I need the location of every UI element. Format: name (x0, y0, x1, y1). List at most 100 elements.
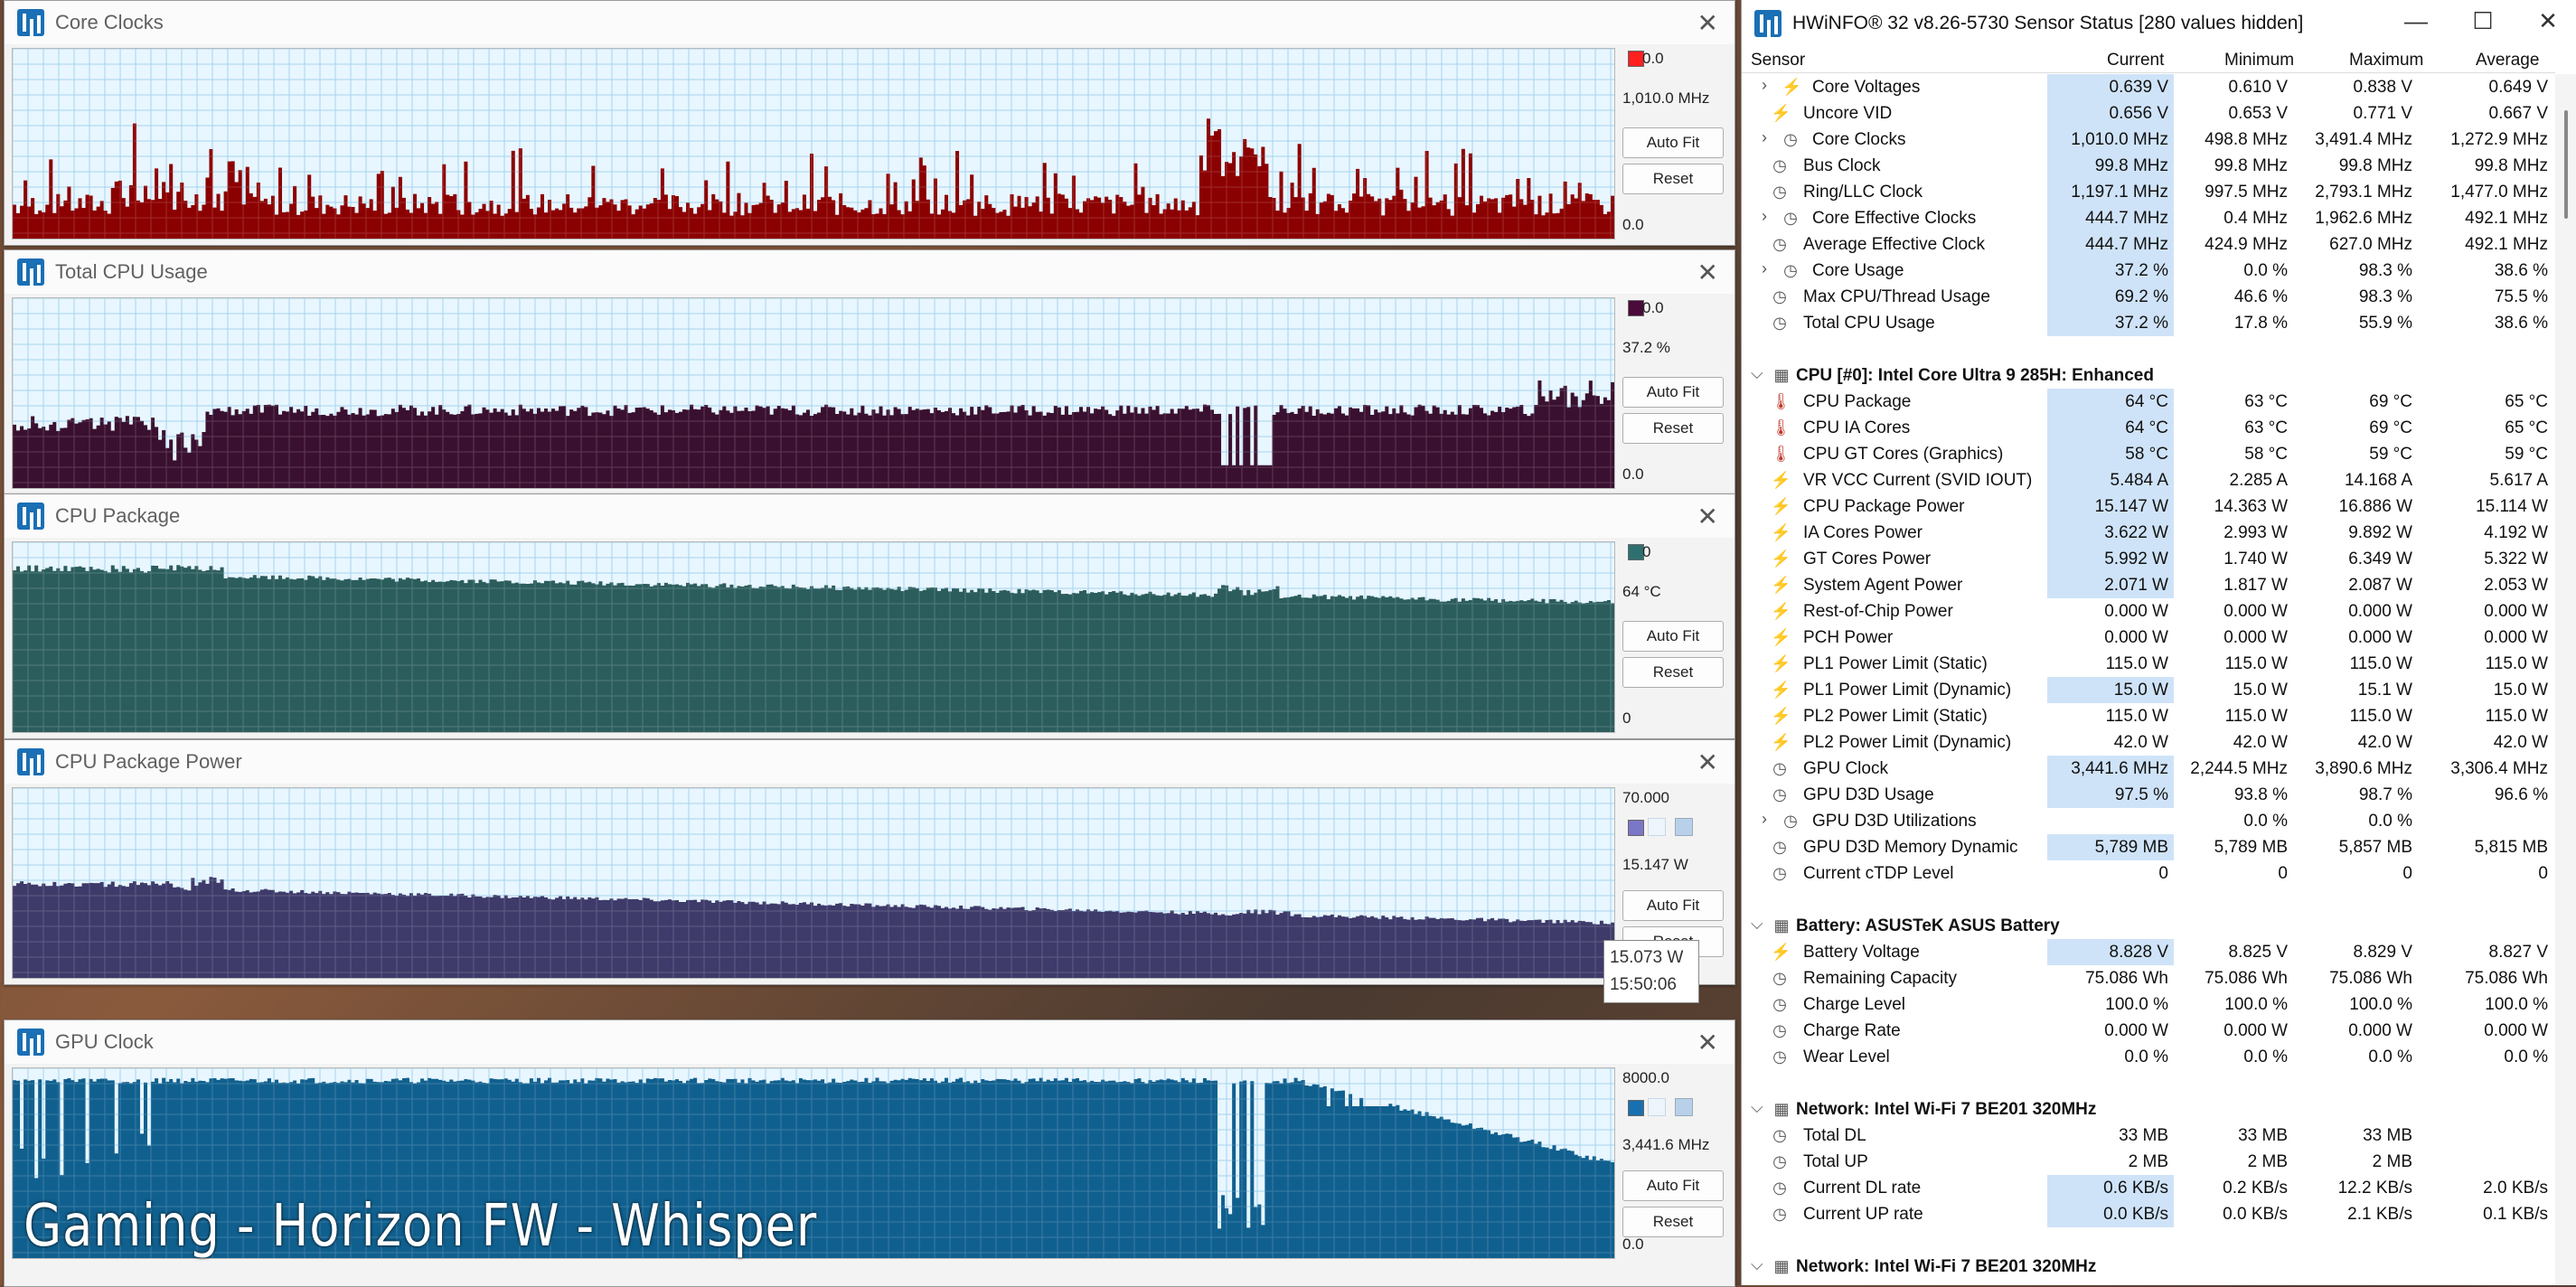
sensor-group-header[interactable]: ⌵ ▦ Battery: ASUSTeK ASUS Battery (1742, 913, 2555, 939)
sensor-row[interactable]: ⚡ GT Cores Power 5.992 W 1.740 W 6.349 W 5.32… (1742, 546, 2555, 572)
series-color-swatch[interactable] (1628, 820, 1644, 836)
sensor-row[interactable]: ⚡ Uncore VID 0.656 V 0.653 V 0.771 V 0.667 V (1742, 100, 2555, 127)
sensor-row[interactable]: ⚡ PL2 Power Limit (Static) 115.0 W 115.0 W 1… (1742, 703, 2555, 729)
sensor-row[interactable]: ◷ Current UP rate 0.0 KB/s 0.0 KB/s 2.1 KB/s… (1742, 1201, 2555, 1227)
value-current: 0.000 W (2104, 1021, 2168, 1040)
sensor-row[interactable]: › ◷ Core Clocks 1,010.0 MHz 498.8 MHz 3,491.4… (1742, 127, 2555, 153)
auto-fit-button[interactable]: Auto Fit (1622, 890, 1724, 921)
sensor-row[interactable]: ◷ Total DL 33 MB 33 MB 33 MB (1742, 1123, 2555, 1149)
col-sensor[interactable]: Sensor (1751, 51, 1805, 70)
value-average: 59 °C (2505, 445, 2548, 464)
sensor-row[interactable]: 🌡 CPU GT Cores (Graphics) 58 °C 58 °C 59 °C 5… (1742, 441, 2555, 467)
sensor-row[interactable]: ◷ Max CPU/Thread Usage 69.2 % 46.6 % 98.3 % 7… (1742, 284, 2555, 310)
series-fill-swatch[interactable] (1675, 818, 1693, 836)
sensor-row[interactable]: ⚡ PL1 Power Limit (Dynamic) 15.0 W 15.0 W 15… (1742, 677, 2555, 703)
close-icon[interactable]: ✕ (1697, 502, 1718, 531)
series-style-swatch[interactable] (1648, 818, 1666, 836)
sensor-row[interactable]: ⚡ System Agent Power 2.071 W 1.817 W 2.087 W… (1742, 572, 2555, 598)
value-current: 15.0 W (2113, 681, 2168, 700)
sensor-row[interactable]: ⚡ IA Cores Power 3.622 W 2.993 W 9.892 W 4.19… (1742, 520, 2555, 546)
sensor-row[interactable]: ◷ GPU Clock 3,441.6 MHz 2,244.5 MHz 3,890.6 … (1742, 756, 2555, 782)
sensor-row[interactable]: ⚡ PL1 Power Limit (Static) 115.0 W 115.0 W 1… (1742, 651, 2555, 677)
expand-chevron-icon[interactable]: › (1762, 128, 1767, 147)
sensor-row[interactable]: ◷ Total UP 2 MB 2 MB 2 MB (1742, 1149, 2555, 1175)
close-icon[interactable]: ✕ (1697, 8, 1718, 38)
tooltip-value: 15.073 W (1610, 948, 1684, 967)
graph-title-bar[interactable]: GPU Clock ✕ (5, 1020, 1735, 1064)
title-bar[interactable]: HWiNFO® 32 v8.26-5730 Sensor Status [280… (1742, 0, 2576, 47)
col-current[interactable]: Current (2107, 51, 2164, 70)
reset-button[interactable]: Reset (1622, 164, 1724, 194)
sensor-row[interactable]: 🌡 CPU Package 64 °C 63 °C 69 °C 65 °C (1742, 389, 2555, 415)
sensor-row[interactable]: ◷ Current cTDP Level 0 0 0 0 (1742, 860, 2555, 887)
expand-chevron-icon[interactable]: › (1762, 259, 1767, 278)
sensor-row[interactable]: ◷ Wear Level 0.0 % 0.0 % 0.0 % 0.0 % (1742, 1044, 2555, 1070)
graph-title-bar[interactable]: Total CPU Usage ✕ (5, 250, 1735, 294)
sensor-row[interactable]: ⚡ CPU Package Power 15.147 W 14.363 W 16.886… (1742, 493, 2555, 520)
col-average[interactable]: Average (2476, 51, 2539, 70)
collapse-icon[interactable]: ⌵ (1751, 1098, 1763, 1117)
graph-title-bar[interactable]: CPU Package Power ✕ (5, 740, 1735, 784)
sensor-row[interactable]: › ◷ GPU D3D Utilizations 0.0 % 0.0 % (1742, 808, 2555, 834)
vertical-scrollbar[interactable] (2555, 74, 2576, 1285)
col-maximum[interactable]: Maximum (2349, 51, 2423, 70)
value-minimum: 0.4 MHz (2223, 209, 2288, 228)
sensor-group-header[interactable]: ⌵ ▦ CPU [#0]: Intel Core Ultra 9 285H: E… (1742, 362, 2555, 389)
series-fill-swatch[interactable] (1675, 1098, 1693, 1116)
sensor-row[interactable]: ◷ GPU D3D Usage 97.5 % 93.8 % 98.7 % 96.6 % (1742, 782, 2555, 808)
sensor-name: Total UP (1803, 1152, 1868, 1171)
sensor-row[interactable]: ⚡ Rest-of-Chip Power 0.000 W 0.000 W 0.000 W… (1742, 598, 2555, 625)
col-minimum[interactable]: Minimum (2224, 51, 2294, 70)
sensor-row[interactable]: ⚡ VR VCC Current (SVID IOUT) 5.484 A 2.285 … (1742, 467, 2555, 493)
sensor-row[interactable]: ◷ Charge Level 100.0 % 100.0 % 100.0 % 100.0 … (1742, 991, 2555, 1018)
collapse-icon[interactable]: ⌵ (1751, 364, 1763, 383)
sensor-row[interactable]: ◷ Average Effective Clock 444.7 MHz 424.9 M… (1742, 231, 2555, 258)
close-icon[interactable]: ✕ (1697, 258, 1718, 287)
clock-icon: ◷ (1772, 235, 1787, 253)
value-minimum: 2.285 A (2229, 471, 2288, 490)
reset-button[interactable]: Reset (1622, 657, 1724, 688)
collapse-icon[interactable]: ⌵ (1751, 915, 1763, 934)
auto-fit-button[interactable]: Auto Fit (1622, 377, 1724, 408)
expand-chevron-icon[interactable]: › (1762, 810, 1767, 829)
sensor-row[interactable]: 🌡 CPU IA Cores 64 °C 63 °C 69 °C 65 °C (1742, 415, 2555, 441)
value-minimum: 498.8 MHz (2205, 130, 2288, 149)
collapse-icon[interactable]: ⌵ (1751, 1255, 1763, 1274)
sensor-row[interactable]: ◷ Charge Rate 0.000 W 0.000 W 0.000 W 0.000 W (1742, 1018, 2555, 1044)
sensor-row[interactable]: ◷ Ring/LLC Clock 1,197.1 MHz 997.5 MHz 2,793… (1742, 179, 2555, 205)
sensor-group-header[interactable]: ⌵ ▦ Network: Intel Wi-Fi 7 BE201 320MHz (1742, 1096, 2555, 1123)
graph-title-bar[interactable]: Core Clocks ✕ (5, 1, 1735, 44)
series-color-swatch[interactable] (1628, 1100, 1644, 1116)
sensor-row[interactable]: ◷ Total CPU Usage 37.2 % 17.8 % 55.9 % 38.6 % (1742, 310, 2555, 336)
sensor-row[interactable]: ◷ Remaining Capacity 75.086 Wh 75.086 Wh 75.… (1742, 965, 2555, 991)
sensor-row[interactable]: ◷ Current DL rate 0.6 KB/s 0.2 KB/s 12.2 KB/… (1742, 1175, 2555, 1201)
reset-button[interactable]: Reset (1622, 1207, 1724, 1237)
sensor-row[interactable]: › ◷ Core Effective Clocks 444.7 MHz 0.4 MHz 1… (1742, 205, 2555, 231)
expand-chevron-icon[interactable]: › (1762, 207, 1767, 226)
value-average: 15.0 W (2493, 681, 2548, 700)
sensor-row[interactable]: ⚡ Battery Voltage 8.828 V 8.825 V 8.829 V 8.8… (1742, 939, 2555, 965)
sensor-row[interactable]: ◷ Bus Clock 99.8 MHz 99.8 MHz 99.8 MHz 99.8 M… (1742, 153, 2555, 179)
maximize-button[interactable]: ☐ (2465, 7, 2501, 35)
reset-button[interactable]: Reset (1622, 413, 1724, 444)
close-icon[interactable]: ✕ (1697, 1028, 1718, 1057)
auto-fit-button[interactable]: Auto Fit (1622, 127, 1724, 158)
sensor-row[interactable]: › ◷ Core Usage 37.2 % 0.0 % 98.3 % 38.6 % (1742, 258, 2555, 284)
sensor-row[interactable]: ⚡ PL2 Power Limit (Dynamic) 42.0 W 42.0 W 42… (1742, 729, 2555, 756)
close-icon[interactable]: ✕ (1697, 747, 1718, 777)
graph-title-bar[interactable]: CPU Package ✕ (5, 494, 1735, 538)
sensor-name: CPU Package (1803, 392, 1912, 411)
minimize-button[interactable]: — (2398, 7, 2434, 35)
sensor-row[interactable]: ⚡ PCH Power 0.000 W 0.000 W 0.000 W 0.000 W (1742, 625, 2555, 651)
expand-chevron-icon[interactable]: › (1762, 76, 1767, 95)
auto-fit-button[interactable]: Auto Fit (1622, 1170, 1724, 1201)
clock-icon: ◷ (1783, 261, 1798, 279)
series-style-swatch[interactable] (1648, 1098, 1666, 1116)
sensor-group-header[interactable]: ⌵ ▦ Network: Intel Wi-Fi 7 BE201 320MHz (1742, 1254, 2555, 1280)
value-current: 99.8 MHz (2094, 156, 2168, 175)
sensor-row[interactable]: › ⚡ Core Voltages 0.639 V 0.610 V 0.838 V 0.64… (1742, 74, 2555, 100)
close-button[interactable]: ✕ (2530, 7, 2566, 35)
sensor-row[interactable]: ◷ GPU D3D Memory Dynamic 5,789 MB 5,789 MB 5… (1742, 834, 2555, 860)
auto-fit-button[interactable]: Auto Fit (1622, 621, 1724, 652)
graph-window: CPU Package Power ✕ 70.000 15.147 W Auto… (4, 739, 1735, 985)
